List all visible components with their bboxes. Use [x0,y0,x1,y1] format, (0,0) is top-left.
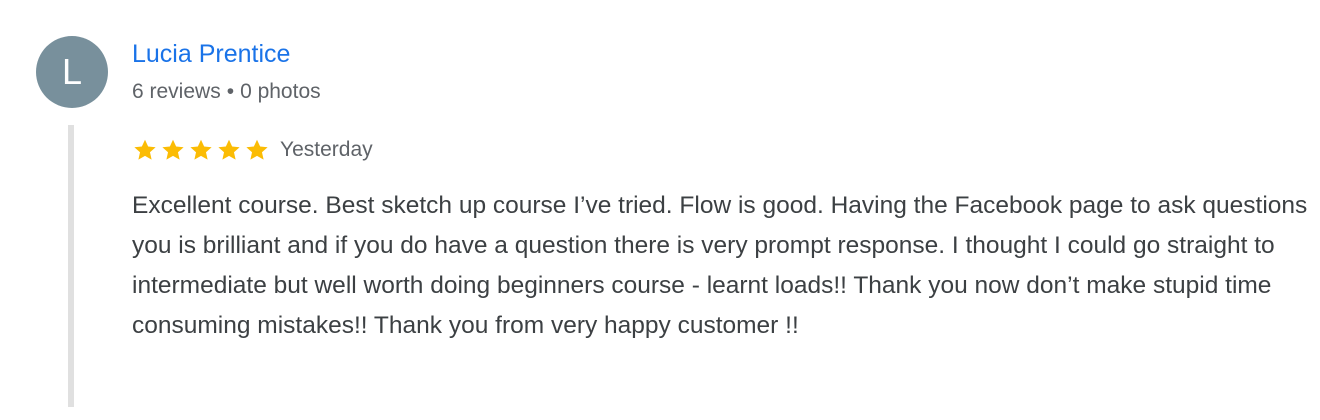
reviews-count: 6 reviews [132,80,221,103]
meta-separator: • [226,80,235,103]
review-divider [68,125,74,407]
photos-count: 0 photos [240,80,321,103]
rating-row: Yesterday [132,136,373,164]
review-text: Excellent course. Best sketch up course … [132,192,1308,339]
star-icon [246,139,268,160]
review-card: L Lucia Prentice 6 reviews • 0 photos Yest… [0,0,1320,420]
star-icon [134,139,156,160]
avatar[interactable]: L [36,36,108,108]
review-date: Yesterday [280,138,373,161]
star-icon [162,139,184,160]
star-icon [218,139,240,160]
avatar-letter: L [61,51,83,92]
star-rating [132,137,270,163]
reviewer-name-link[interactable]: Lucia Prentice [132,40,290,69]
reviewer-meta: 6 reviews • 0 photos [132,80,321,104]
star-icon [190,139,212,160]
